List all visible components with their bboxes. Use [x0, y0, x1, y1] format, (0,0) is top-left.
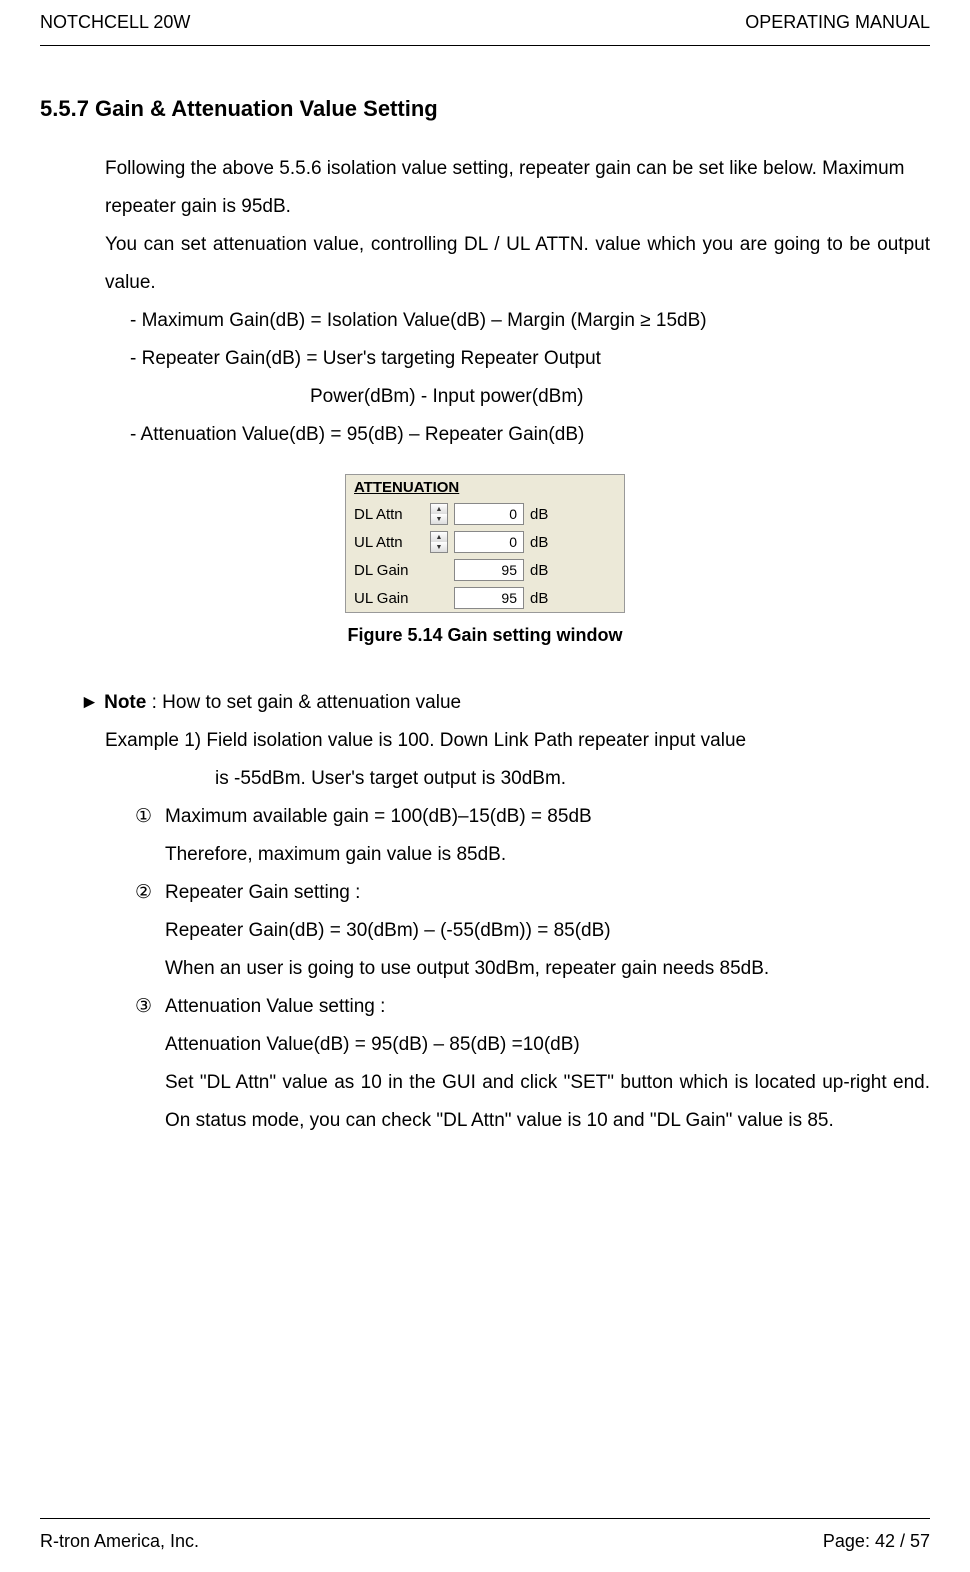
circled-sub: Attenuation Value(dB) = 95(dB) – 85(dB) …: [165, 1026, 930, 1064]
bullet-max-gain: - Maximum Gain(dB) = Isolation Value(dB)…: [130, 302, 930, 340]
page-footer: R-tron America, Inc. Page: 42 / 57: [40, 1518, 930, 1552]
footer-right: Page: 42 / 57: [823, 1531, 930, 1552]
figure-caption: Figure 5.14 Gain setting window: [40, 625, 930, 646]
example-line-cont: is -55dBm. User's target output is 30dBm…: [215, 760, 930, 798]
spinner-control[interactable]: ▲ ▼: [430, 531, 448, 553]
example-line: Example 1) Field isolation value is 100.…: [105, 722, 930, 760]
attn-unit: dB: [530, 506, 560, 523]
page-header: NOTCHCELL 20W OPERATING MANUAL: [40, 0, 930, 46]
header-right: OPERATING MANUAL: [745, 12, 930, 33]
attn-unit: dB: [530, 590, 560, 607]
paragraph-2: You can set attenuation value, controlli…: [105, 226, 930, 302]
attn-row-dl-attn: DL Attn ▲ ▼ 0 dB: [346, 500, 624, 528]
attn-value-readonly: 95: [454, 587, 524, 609]
circled-number: ①: [135, 798, 165, 836]
attn-label: DL Attn: [354, 506, 424, 523]
attenuation-window-title: ATTENUATION: [346, 475, 624, 500]
page-content: 5.5.7 Gain & Attenuation Value Setting F…: [40, 46, 930, 1140]
attn-label: UL Attn: [354, 534, 424, 551]
attn-row-dl-gain: DL Gain 95 dB: [346, 556, 624, 584]
attn-value-input[interactable]: 0: [454, 531, 524, 553]
attn-label: UL Gain: [354, 590, 424, 607]
circled-sub: Therefore, maximum gain value is 85dB.: [165, 836, 930, 874]
circled-number: ②: [135, 874, 165, 912]
spinner-control[interactable]: ▲ ▼: [430, 503, 448, 525]
attn-label: DL Gain: [354, 562, 424, 579]
spinner-down-icon[interactable]: ▼: [431, 542, 447, 552]
note-bold: Note: [104, 692, 146, 713]
note-title: ► Note : How to set gain & attenuation v…: [80, 684, 930, 722]
paragraph-1: Following the above 5.5.6 isolation valu…: [105, 150, 930, 226]
circled-item-3: ③ Attenuation Value setting :: [135, 988, 930, 1026]
attenuation-window: ATTENUATION DL Attn ▲ ▼ 0 dB UL Attn ▲ ▼…: [345, 474, 625, 613]
circled-content: Attenuation Value setting :: [165, 988, 930, 1026]
circled-sub: When an user is going to use output 30dB…: [165, 950, 930, 988]
attn-row-ul-attn: UL Attn ▲ ▼ 0 dB: [346, 528, 624, 556]
circled-content: Repeater Gain setting :: [165, 874, 930, 912]
attn-row-ul-gain: UL Gain 95 dB: [346, 584, 624, 612]
circled-item-2: ② Repeater Gain setting :: [135, 874, 930, 912]
note-rest: : How to set gain & attenuation value: [146, 692, 461, 713]
spinner-up-icon[interactable]: ▲: [431, 532, 447, 542]
attn-unit: dB: [530, 534, 560, 551]
circled-content: Maximum available gain = 100(dB)–15(dB) …: [165, 798, 930, 836]
circled-sub: Repeater Gain(dB) = 30(dBm) – (-55(dBm))…: [165, 912, 930, 950]
circled-number: ③: [135, 988, 165, 1026]
spinner-down-icon[interactable]: ▼: [431, 514, 447, 524]
circled-item-1: ① Maximum available gain = 100(dB)–15(dB…: [135, 798, 930, 836]
header-left: NOTCHCELL 20W: [40, 12, 190, 33]
footer-left: R-tron America, Inc.: [40, 1531, 199, 1552]
attn-unit: dB: [530, 562, 560, 579]
note-arrow: ►: [80, 692, 104, 713]
attn-value-readonly: 95: [454, 559, 524, 581]
section-title: 5.5.7 Gain & Attenuation Value Setting: [40, 96, 930, 122]
spinner-up-icon[interactable]: ▲: [431, 504, 447, 514]
bullet-attenuation: - Attenuation Value(dB) = 95(dB) – Repea…: [130, 416, 930, 454]
bullet-repeater-gain-cont: Power(dBm) - Input power(dBm): [310, 378, 930, 416]
circled-sub: Set "DL Attn" value as 10 in the GUI and…: [165, 1064, 930, 1140]
attn-value-input[interactable]: 0: [454, 503, 524, 525]
bullet-repeater-gain: - Repeater Gain(dB) = User's targeting R…: [130, 340, 930, 378]
